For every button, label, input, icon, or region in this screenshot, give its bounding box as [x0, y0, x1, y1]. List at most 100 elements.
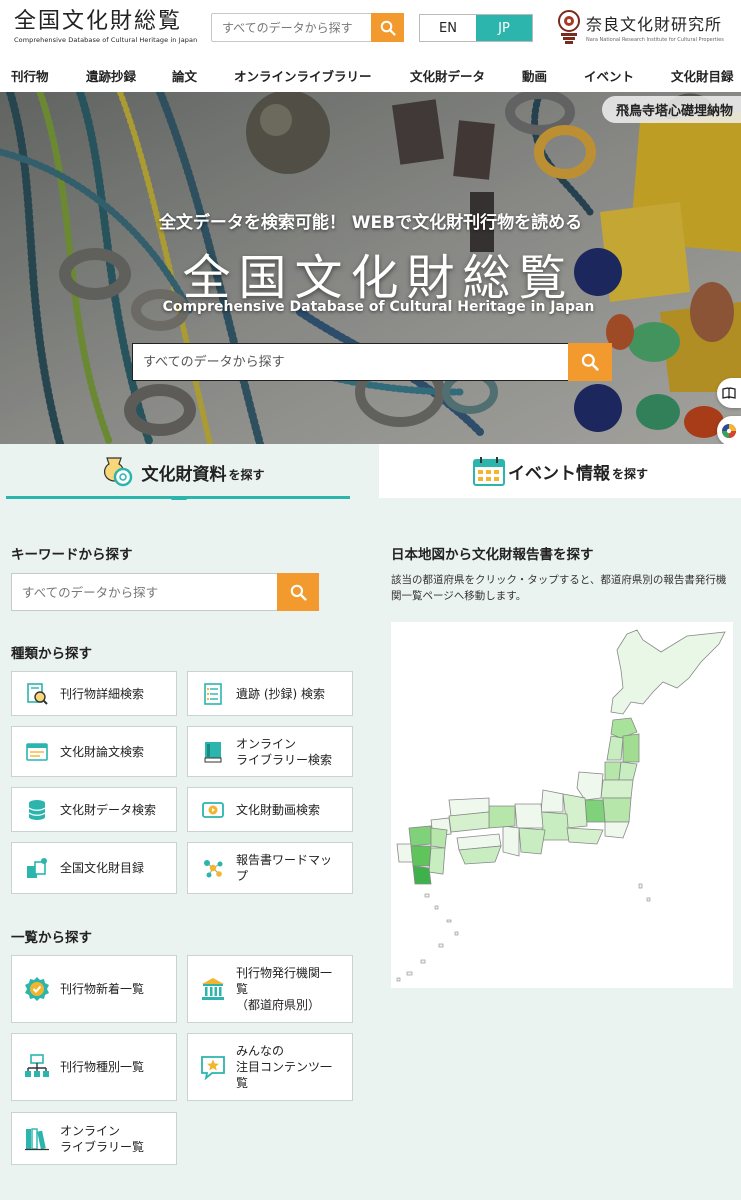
- prefecture-kyoto-shiga[interactable]: [514, 803, 544, 829]
- popular-contents-card[interactable]: みんなの 注目コンテンツ一 覧: [187, 1033, 353, 1101]
- site-logo[interactable]: 全国文化財総覧 Comprehensive Database of Cultur…: [14, 9, 198, 45]
- card-label: 文化財データ検索: [60, 802, 157, 817]
- hero-artifact-caption: 飛鳥寺塔心礎埋納物: [601, 96, 741, 123]
- book-icon: [200, 739, 226, 765]
- new-publications-card[interactable]: 刊行物新着一覧: [11, 955, 177, 1023]
- prefecture-fukuoka-saga[interactable]: [408, 825, 432, 847]
- online-library-list-card[interactable]: オンライン ライブラリー覧: [11, 1112, 177, 1165]
- national-catalog-card[interactable]: 全国文化財目録: [11, 842, 177, 894]
- card-label: 刊行物詳細検索: [60, 686, 145, 701]
- nav-site-abstracts[interactable]: 遺跡抄録: [86, 66, 136, 85]
- nav-videos[interactable]: 動画: [522, 66, 547, 85]
- nav-papers[interactable]: 論文: [172, 66, 197, 85]
- card-label: みんなの 注目コンテンツ一 覧: [236, 1044, 333, 1090]
- prefecture-miyazaki[interactable]: [428, 847, 446, 875]
- keyword-search-input[interactable]: [12, 574, 274, 610]
- open-book-icon: [722, 387, 736, 399]
- hierarchy-icon: [24, 1054, 50, 1080]
- prefecture-gunma-saitama[interactable]: [584, 799, 606, 823]
- logo-title: 全国文化財総覧: [14, 9, 183, 34]
- prefecture-kagoshima[interactable]: [412, 865, 432, 885]
- search-panel: キーワードから探す 種類から探す 刊行物詳細検索 遺跡 (抄録) 検索 文化財論…: [0, 500, 741, 1200]
- card-label: 刊行物種別一覧: [60, 1060, 145, 1074]
- header-search-button[interactable]: [371, 13, 404, 42]
- paper-search-card[interactable]: 文化財論文検索: [11, 726, 177, 777]
- card-label: 文化財動画検索: [236, 802, 321, 817]
- nav-cultural-data[interactable]: 文化財データ: [410, 66, 485, 85]
- types-heading: 種類から探す: [11, 646, 92, 662]
- search-icon: [290, 584, 307, 601]
- prefecture-kumamoto[interactable]: [410, 845, 432, 867]
- institute-logo[interactable]: 奈良文化財研究所 Nara National Research Institut…: [556, 10, 724, 44]
- color-wheel-icon: [722, 424, 736, 438]
- hero-banner: 飛鳥寺塔心礎埋納物 全文データを検索可能！ WEBで文化財刊行物を読める 全国文…: [0, 92, 741, 444]
- prefecture-fukushima[interactable]: [600, 779, 634, 799]
- online-library-search-card[interactable]: オンライン ライブラリー検索: [187, 726, 353, 777]
- logo-subtitle: Comprehensive Database of Cultural Herit…: [14, 36, 198, 44]
- hero-catchphrase: 全文データを検索可能！ WEBで文化財刊行物を読める: [158, 213, 583, 233]
- keyword-search-button[interactable]: [277, 573, 319, 611]
- prefecture-akita[interactable]: [606, 735, 624, 761]
- search-icon: [380, 20, 396, 36]
- lang-jp-button[interactable]: JP: [476, 15, 532, 41]
- tab-cultural-materials-suffix: を探す: [228, 467, 265, 482]
- site-abstract-search-card[interactable]: 遺跡 (抄録) 検索: [187, 671, 353, 716]
- floating-palette-button[interactable]: [717, 416, 741, 444]
- prefecture-nara-mie[interactable]: [518, 827, 546, 855]
- prefecture-nagasaki[interactable]: [396, 843, 414, 863]
- video-search-card[interactable]: 文化財動画検索: [187, 787, 353, 832]
- hero-subtitle: Comprehensive Database of Cultural Herit…: [162, 299, 595, 315]
- map-heading: 日本地図から文化財報告書を探す: [391, 547, 594, 563]
- floating-book-button[interactable]: [717, 378, 741, 408]
- card-label: 全国文化財目録: [60, 861, 145, 875]
- prefecture-okayama-hiroshima[interactable]: [448, 811, 490, 833]
- prefecture-tochigi-ibaraki[interactable]: [602, 797, 632, 823]
- prefecture-yamagata[interactable]: [604, 761, 622, 781]
- publication-types-card[interactable]: 刊行物種別一覧: [11, 1033, 177, 1101]
- publishers-list-card[interactable]: 刊行物発行機関一 覧 （都道府県別）: [187, 955, 353, 1023]
- site-header: 全国文化財総覧 Comprehensive Database of Cultur…: [0, 0, 741, 56]
- institute-emblem-icon: [558, 10, 580, 44]
- prefecture-miyagi[interactable]: [618, 761, 638, 781]
- prefecture-niigata[interactable]: [576, 771, 604, 801]
- cultural-data-search-card[interactable]: 文化財データ検索: [11, 787, 177, 832]
- nav-publications[interactable]: 刊行物: [11, 66, 49, 85]
- new-badge-icon: [24, 976, 50, 1002]
- prefecture-toyama-ishikawa[interactable]: [540, 789, 564, 813]
- header-search-input[interactable]: [212, 14, 372, 41]
- prefecture-osaka-wakayama[interactable]: [502, 825, 520, 857]
- nav-catalog[interactable]: 文化財目録: [671, 66, 734, 85]
- hero-search-input[interactable]: [133, 344, 563, 380]
- card-label: 遺跡 (抄録) 検索: [236, 686, 325, 701]
- keyword-heading: キーワードから探す: [11, 547, 133, 563]
- nav-events[interactable]: イベント: [584, 66, 634, 85]
- card-label: 刊行物新着一覧: [60, 982, 145, 996]
- tab-event-info-suffix: を探す: [611, 466, 648, 481]
- institute-name: 奈良文化財研究所: [586, 15, 723, 34]
- books-icon: [24, 1126, 50, 1152]
- prefecture-shizuoka[interactable]: [566, 827, 604, 845]
- prefecture-hyogo[interactable]: [488, 805, 516, 829]
- prefecture-gifu-aichi[interactable]: [540, 811, 570, 841]
- lang-en-button[interactable]: EN: [420, 15, 476, 41]
- publication-detail-search-card[interactable]: 刊行物詳細検索: [11, 671, 177, 716]
- card-label: オンライン ライブラリー検索: [236, 736, 333, 767]
- hero-search-button[interactable]: [568, 343, 612, 381]
- magnifier-document-icon: [24, 681, 50, 707]
- prefecture-oita[interactable]: [430, 827, 448, 849]
- prefecture-tokyo-chiba[interactable]: [604, 821, 630, 839]
- word-map-icon: [200, 855, 226, 881]
- prefecture-iwate[interactable]: [622, 733, 640, 763]
- tab-event-info[interactable]: イベント情報 を探す: [379, 444, 741, 498]
- card-label: 文化財論文検索: [60, 744, 145, 759]
- report-word-map-card[interactable]: 報告書ワードマッ プ: [187, 842, 353, 894]
- card-label: 刊行物発行機関一 覧 （都道府県別）: [236, 966, 333, 1012]
- global-nav: 刊行物 遺跡抄録 論文 オンラインライブラリー 文化財データ 動画 イベント 文…: [0, 56, 741, 92]
- search-icon: [581, 353, 599, 371]
- tab-cultural-materials[interactable]: 文化財資料 を探す: [0, 444, 364, 500]
- tab-cultural-materials-label: 文化財資料: [141, 464, 227, 485]
- southern-islands[interactable]: [396, 883, 651, 982]
- prefecture-hokkaido[interactable]: [610, 629, 726, 715]
- nav-online-library[interactable]: オンラインライブラリー: [234, 66, 372, 85]
- hero-search: [132, 343, 612, 381]
